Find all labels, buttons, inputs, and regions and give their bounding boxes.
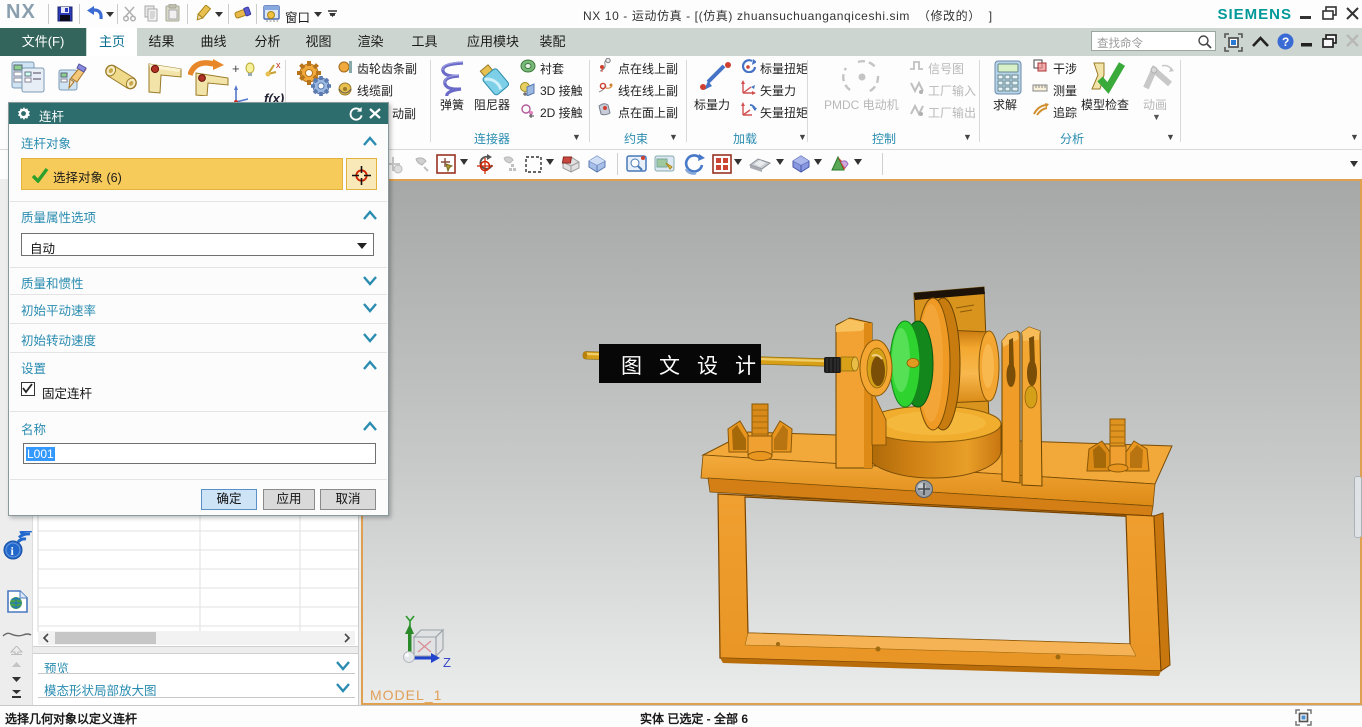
svg-text:+: + bbox=[232, 61, 240, 76]
svg-text:x: x bbox=[276, 60, 281, 70]
svg-text:MODEL_1: MODEL_1 bbox=[370, 687, 442, 703]
svg-text:图文设计: 图文设计 bbox=[621, 354, 773, 378]
svg-text:?: ? bbox=[1282, 35, 1289, 49]
svg-text:Z: Z bbox=[443, 655, 451, 670]
